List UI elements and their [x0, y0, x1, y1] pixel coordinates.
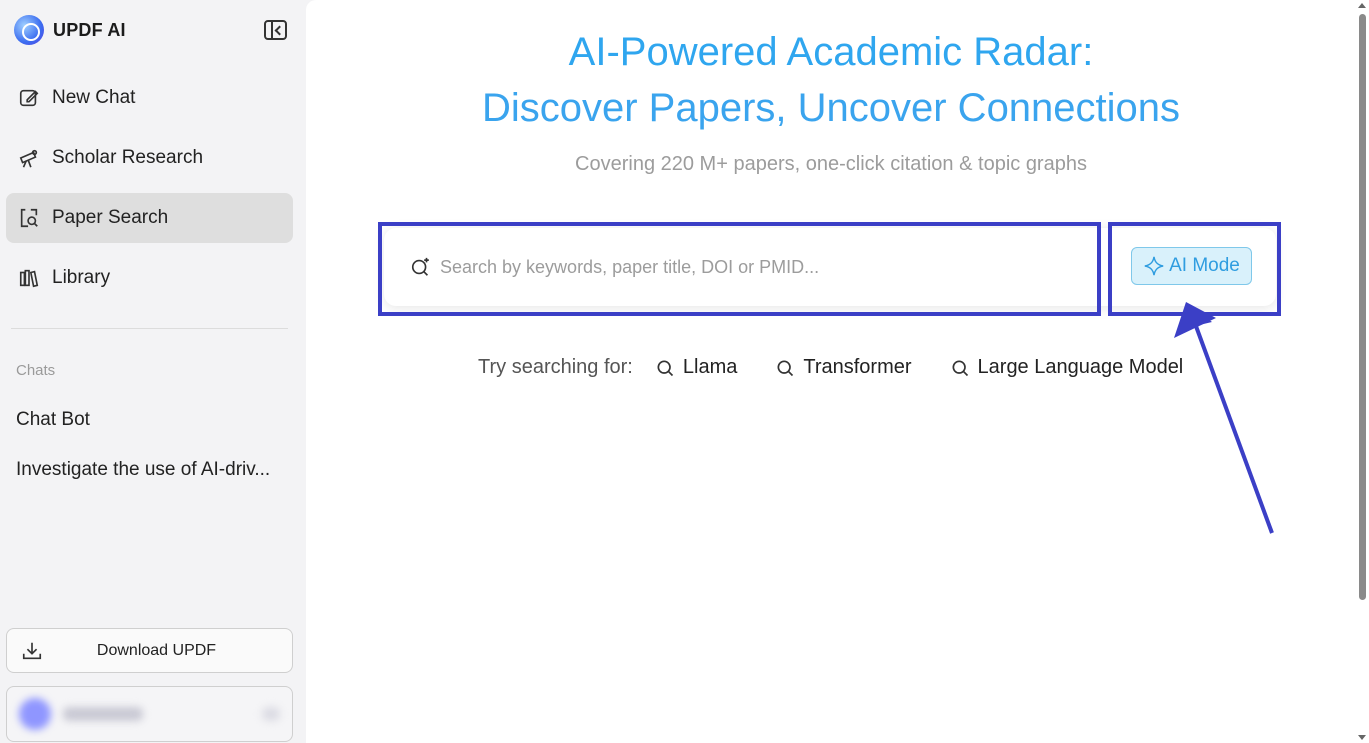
sidebar-divider: [11, 328, 288, 329]
edit-icon: [18, 87, 40, 109]
sidebar-item-new-chat[interactable]: New Chat: [6, 73, 293, 123]
suggestion-llama[interactable]: Llama: [655, 356, 737, 379]
scroll-thumb[interactable]: [1359, 14, 1366, 600]
search-icon: [952, 360, 968, 376]
page-subtitle: Covering 220 M+ papers, one-click citati…: [575, 153, 1087, 175]
brand-name: UPDF AI: [53, 19, 126, 40]
user-name-redacted: [63, 707, 143, 721]
sidebar-item-label: Scholar Research: [52, 147, 204, 168]
suggestion-label: Llama: [682, 356, 738, 378]
download-updf-button[interactable]: Download UPDF: [6, 628, 293, 673]
paper-search-icon: [18, 207, 40, 229]
page-title-line1: AI-Powered Academic Radar:: [568, 30, 1094, 74]
search-icon: [657, 360, 673, 376]
user-menu-redacted: [262, 707, 280, 721]
brand[interactable]: UPDF AI: [14, 15, 126, 45]
telescope-icon: [18, 147, 40, 169]
sidebar-item-scholar-research[interactable]: Scholar Research: [6, 133, 293, 183]
scroll-down-arrow-icon[interactable]: [1358, 735, 1366, 740]
page-title-line2: Discover Papers, Uncover Connections: [481, 86, 1181, 130]
sidebar-nav: New Chat Scholar Research Paper Search L…: [6, 73, 293, 313]
suggestion-transformer[interactable]: Transformer: [775, 356, 912, 379]
chat-item[interactable]: Chat Bot: [16, 409, 286, 431]
user-account[interactable]: [6, 686, 293, 742]
sidebar: UPDF AI New Chat Scholar Research Paper …: [0, 0, 306, 743]
sidebar-item-label: Paper Search: [52, 207, 169, 228]
scrollbar[interactable]: [1356, 0, 1369, 743]
updf-logo-icon: [14, 15, 44, 45]
ai-mode-highlight-box: [1108, 222, 1281, 316]
sidebar-item-label: New Chat: [52, 87, 136, 108]
search-highlight-box: [378, 222, 1101, 316]
sidebar-item-library[interactable]: Library: [6, 253, 293, 303]
suggestion-label: Large Language Model: [977, 356, 1184, 378]
avatar: [19, 698, 51, 730]
chats-heading: Chats: [16, 362, 56, 379]
suggestions-label: Try searching for:: [478, 356, 633, 378]
library-icon: [18, 267, 40, 289]
sidebar-item-paper-search[interactable]: Paper Search: [6, 193, 293, 243]
download-icon: [21, 640, 43, 662]
download-updf-label: Download UPDF: [96, 641, 217, 659]
scroll-up-arrow-icon[interactable]: [1358, 3, 1366, 8]
suggestion-large-language-model[interactable]: Large Language Model: [950, 356, 1184, 379]
suggestion-label: Transformer: [803, 356, 912, 378]
search-icon: [777, 360, 794, 376]
search-suggestions: Try searching for: Llama Transformer Lar…: [478, 356, 1221, 379]
main-content: AI-Powered Academic Radar: Discover Pape…: [306, 0, 1356, 743]
chat-item[interactable]: Investigate the use of AI-driv...: [16, 459, 286, 481]
sidebar-item-label: Library: [52, 267, 111, 288]
collapse-sidebar-icon[interactable]: [264, 20, 287, 40]
